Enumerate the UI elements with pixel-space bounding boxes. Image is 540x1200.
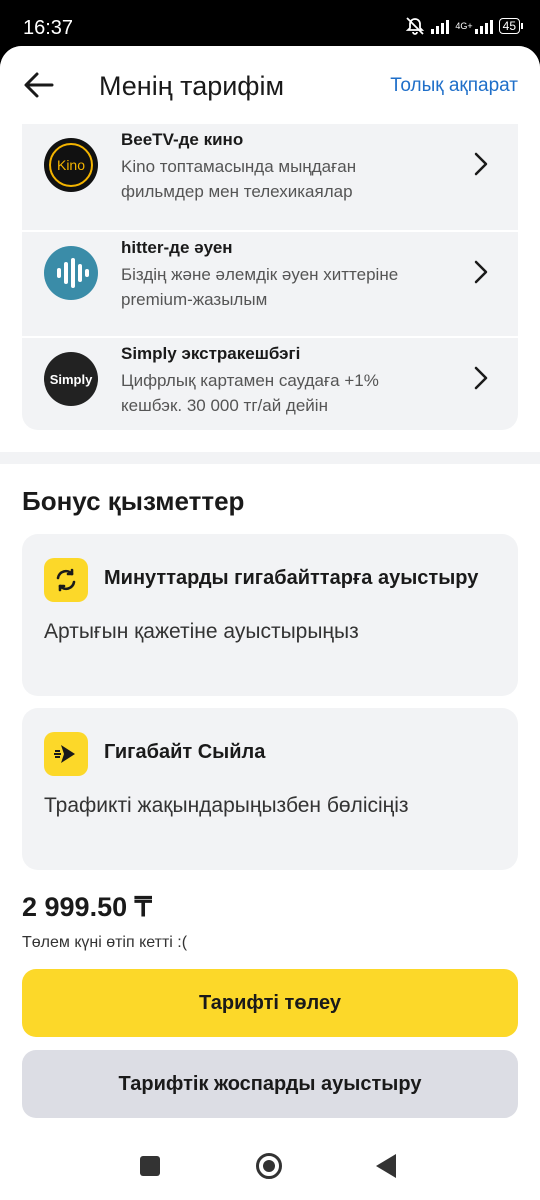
top-bar: Менің тарифім Толық ақпарат: [0, 46, 540, 124]
bonus-desc: Артығын қажетіне ауыстырыңыз: [44, 620, 359, 643]
bonus-name: Гигабайт Сыйла: [104, 741, 266, 763]
network-indicator: 4G+: [455, 18, 493, 34]
simply-logo: Simply: [44, 352, 98, 406]
battery-icon: 45: [498, 18, 524, 34]
chevron-right-icon: [474, 260, 488, 284]
chevron-right-icon: [474, 366, 488, 390]
kino-logo: Kino: [44, 138, 98, 192]
service-desc: Цифрлық картамен саудаға +1% кешбэк. 30 …: [121, 371, 379, 415]
services-list: Kino BeeTV-де кино Kino топтамасында мың…: [22, 124, 518, 430]
system-nav-bar: [0, 1136, 540, 1200]
service-desc: Kino топтамасында мыңдаған фильмдер мен …: [121, 157, 357, 201]
bonus-name: Минуттарды гигабайттарға ауыстыру: [104, 567, 479, 589]
recent-apps-icon[interactable]: [140, 1156, 160, 1176]
service-name: BeeTV-де кино: [121, 130, 244, 149]
send-icon: [44, 732, 88, 776]
sound-wave-icon: [57, 258, 89, 288]
service-name: Simply экстракешбэгі: [121, 344, 301, 363]
back-arrow-icon[interactable]: [22, 70, 56, 100]
kino-logo-text: Kino: [56, 157, 86, 173]
tariff-price: 2 999.50 ₸: [22, 892, 152, 922]
pay-tariff-button[interactable]: Тарифті төлеу: [22, 969, 518, 1037]
signal-icon: [431, 18, 450, 34]
simply-logo-text: Simply: [49, 371, 93, 387]
service-desc: Біздің және әлемдік әуен хиттеріне premi…: [121, 265, 399, 309]
swap-icon: [44, 558, 88, 602]
change-tariff-button[interactable]: Тарифтік жоспарды ауыстыру: [22, 1050, 518, 1118]
network-type: 4G+: [455, 20, 473, 31]
status-icons: 4G+ 45: [405, 16, 524, 36]
section-divider: [0, 452, 540, 464]
signal-icon-2: [474, 18, 493, 34]
details-link[interactable]: Толық ақпарат: [390, 75, 518, 97]
hitter-logo: [44, 246, 98, 300]
bonus-card-gift-gb[interactable]: Гигабайт Сыйла Трафикті жақындарыңызбен …: [22, 708, 518, 870]
app-window: Менің тарифім Толық ақпарат Kino BeeTV-д…: [0, 46, 540, 1200]
service-name: hitter-де әуен: [121, 238, 233, 257]
status-time: 16:37: [23, 17, 74, 39]
bell-off-icon: [406, 17, 425, 35]
bonus-section-title: Бонус қызметтер: [22, 486, 245, 516]
chevron-right-icon: [474, 152, 488, 176]
bonus-desc: Трафикті жақындарыңызбен бөлісіңіз: [44, 794, 409, 817]
phone-screen: 16:37 4G+ 45 Менің тарифім Толық ақпарат…: [0, 0, 540, 1200]
service-item-hitter[interactable]: hitter-де әуен Біздің және әлемдік әуен …: [22, 230, 518, 338]
payment-status-note: Төлем күні өтіп кетті :(: [22, 934, 188, 951]
service-item-simply[interactable]: Simply Simply экстракешбэгі Цифрлық карт…: [22, 336, 518, 430]
bonus-card-minutes-to-gb[interactable]: Минуттарды гигабайттарға ауыстыру Артығы…: [22, 534, 518, 696]
service-item-beetv[interactable]: Kino BeeTV-де кино Kino топтамасында мың…: [22, 124, 518, 230]
home-icon[interactable]: [256, 1153, 282, 1179]
status-bar: 16:37 4G+ 45: [0, 0, 540, 50]
page-title: Менің тарифім: [99, 71, 285, 101]
back-triangle-icon[interactable]: [376, 1154, 396, 1178]
